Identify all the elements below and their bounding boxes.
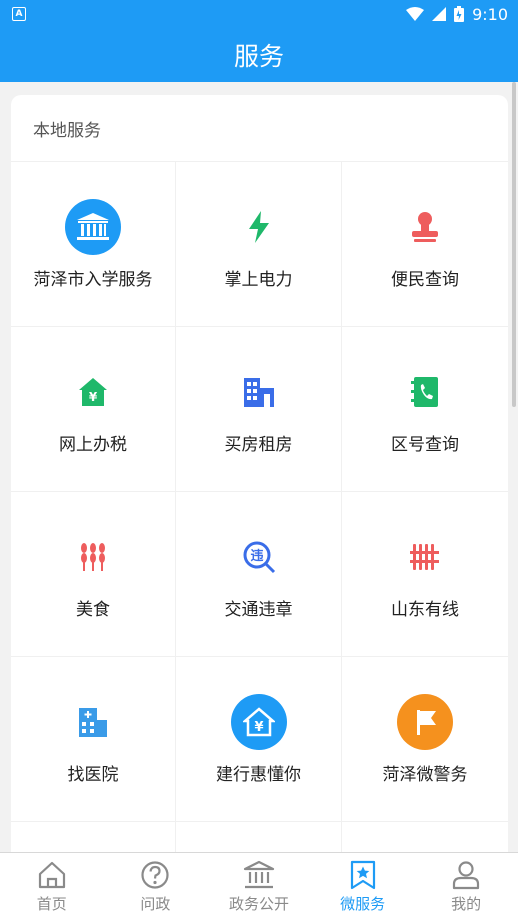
bank-icon — [65, 198, 121, 255]
service-label: 区号查询 — [391, 434, 459, 455]
service-label: 美食 — [76, 599, 110, 620]
service-enrollment[interactable]: 菏泽市入学服务 — [11, 162, 176, 327]
svg-text:违: 违 — [250, 548, 263, 564]
service-label: 山东有线 — [391, 599, 459, 620]
bottom-tab-bar: 首页 问政 政务公开 微服务 我的 — [0, 852, 518, 920]
battery-icon — [454, 6, 465, 22]
service-traffic-violation[interactable]: 违 交通违章 — [176, 492, 342, 657]
svg-text:¥: ¥ — [89, 390, 98, 404]
service-label: 菏泽市入学服务 — [33, 269, 153, 290]
service-label: 买房租房 — [224, 434, 293, 455]
clock: 9:10 — [472, 4, 508, 24]
home-icon — [38, 861, 65, 888]
question-icon — [141, 860, 169, 889]
government-icon — [243, 860, 275, 888]
service-online-tax[interactable]: ¥ 网上办税 — [11, 327, 176, 492]
svg-text:¥: ¥ — [254, 720, 263, 735]
flag-icon — [397, 693, 453, 750]
star-bookmark-icon — [350, 860, 375, 889]
app-bar: 服务 — [0, 28, 518, 82]
lightning-icon — [248, 210, 269, 243]
tab-label: 问政 — [140, 894, 171, 913]
tab-government[interactable]: 政务公开 — [207, 853, 311, 920]
section-title: 本地服务 — [11, 95, 508, 162]
notification-icon: A — [12, 7, 26, 21]
service-label: 建行惠懂你 — [216, 764, 301, 785]
ccb-house-icon: ¥ — [230, 693, 287, 750]
status-bar: A 9:10 — [0, 0, 518, 28]
signal-icon — [432, 7, 447, 21]
local-services-card: 本地服务 菏泽市入学服务 掌上电力 便民查询 ¥ 网上办税 买房租房 区号查询 … — [11, 95, 508, 865]
service-food[interactable]: 美食 — [11, 492, 176, 657]
service-area-code[interactable]: 区号查询 — [342, 327, 508, 492]
tab-mine[interactable]: 我的 — [414, 853, 518, 920]
service-label: 找医院 — [67, 764, 119, 785]
user-icon — [453, 860, 480, 889]
service-convenience-query[interactable]: 便民查询 — [342, 162, 508, 327]
hospital-icon — [79, 707, 107, 737]
tab-label: 政务公开 — [228, 894, 289, 913]
traffic-violation-icon: 违 — [243, 541, 275, 573]
tab-label: 首页 — [36, 894, 67, 913]
tab-home[interactable]: 首页 — [0, 853, 104, 920]
tab-inquiry[interactable]: 问政 — [104, 853, 208, 920]
building-icon — [243, 377, 274, 407]
wheat-icon — [81, 542, 105, 571]
service-hospital[interactable]: 找医院 — [11, 657, 176, 822]
service-electricity[interactable]: 掌上电力 — [176, 162, 342, 327]
service-housing[interactable]: 买房租房 — [176, 327, 342, 492]
stamp-icon — [412, 211, 438, 242]
wifi-icon — [406, 7, 425, 21]
tax-house-icon: ¥ — [79, 377, 107, 406]
service-label: 交通违章 — [224, 599, 293, 620]
service-cable[interactable]: 山东有线 — [342, 492, 508, 657]
service-label: 网上办税 — [59, 434, 127, 455]
cable-icon — [410, 543, 439, 570]
tab-micro-service[interactable]: 微服务 — [311, 853, 415, 920]
service-ccb[interactable]: ¥ 建行惠懂你 — [176, 657, 342, 822]
service-grid: 菏泽市入学服务 掌上电力 便民查询 ¥ 网上办税 买房租房 区号查询 美食 违 … — [11, 162, 508, 822]
service-police[interactable]: 菏泽微警务 — [342, 657, 508, 822]
service-label: 便民查询 — [391, 269, 459, 290]
scrollbar[interactable] — [512, 82, 516, 407]
tab-label: 微服务 — [340, 894, 386, 913]
phone-book-icon — [411, 376, 438, 407]
service-label: 掌上电力 — [224, 269, 293, 290]
page-title: 服务 — [233, 42, 284, 71]
tab-label: 我的 — [451, 894, 482, 913]
service-label: 菏泽微警务 — [382, 764, 468, 785]
